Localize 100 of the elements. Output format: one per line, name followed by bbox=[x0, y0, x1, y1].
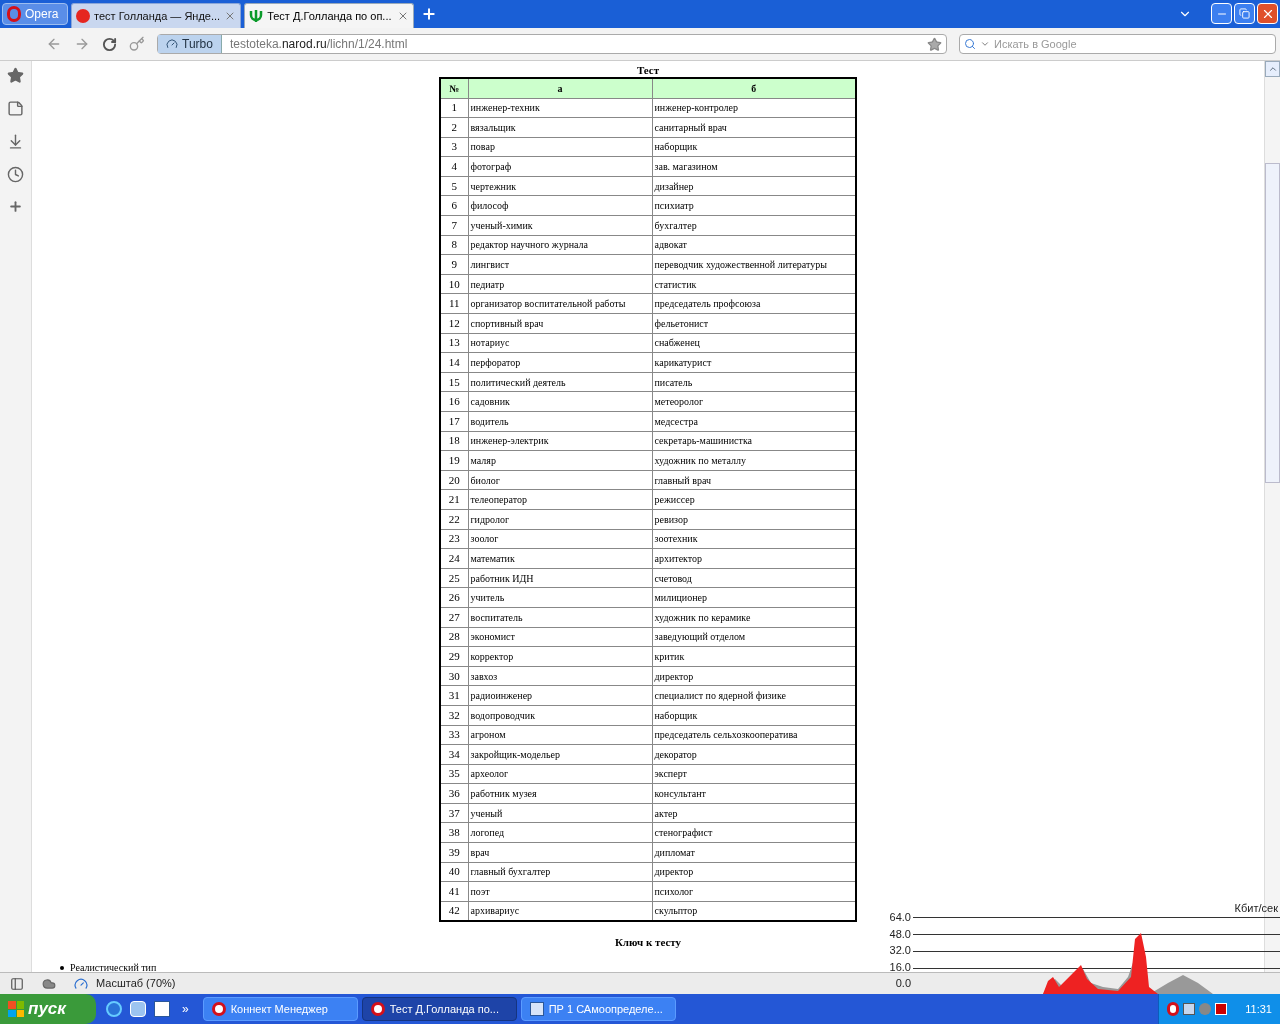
row-number: 1 bbox=[440, 98, 468, 118]
key-icon[interactable] bbox=[129, 36, 145, 52]
table-cell: водопроводчик bbox=[468, 705, 652, 725]
table-cell: педиатр bbox=[468, 274, 652, 294]
row-number: 29 bbox=[440, 646, 468, 667]
table-cell: лингвист bbox=[468, 254, 652, 275]
minimize-button[interactable] bbox=[1211, 3, 1232, 24]
network-icon[interactable] bbox=[1183, 1003, 1195, 1015]
table-cell: математик bbox=[468, 548, 652, 569]
table-cell: перфоратор bbox=[468, 352, 652, 373]
more-button[interactable]: » bbox=[182, 1000, 189, 1018]
table-cell: логопед bbox=[468, 822, 652, 843]
cloud-icon[interactable] bbox=[42, 976, 56, 991]
row-number: 4 bbox=[440, 156, 468, 177]
table-cell: садовник bbox=[468, 391, 652, 412]
reload-icon[interactable] bbox=[102, 36, 117, 52]
caret-up-icon bbox=[1267, 64, 1278, 74]
row-number: 41 bbox=[440, 881, 468, 902]
axis-tick-label: 48.0 bbox=[888, 927, 911, 942]
row-number: 39 bbox=[440, 842, 468, 863]
notes-icon[interactable] bbox=[7, 100, 24, 117]
row-number: 20 bbox=[440, 470, 468, 490]
taskbar-button[interactable]: ПР 1 САмоопределе... bbox=[520, 997, 676, 1021]
list-item: Реалистический тип bbox=[70, 961, 157, 972]
row-number: 19 bbox=[440, 450, 468, 471]
axis-tick-label: 0.0 bbox=[894, 977, 911, 992]
table-cell: биолог bbox=[468, 470, 652, 490]
row-number: 22 bbox=[440, 509, 468, 530]
scrollbar-thumb[interactable] bbox=[1265, 163, 1280, 483]
panel-toggle-icon[interactable] bbox=[10, 976, 24, 991]
key-heading: Ключ к тесту bbox=[614, 934, 682, 950]
row-number: 6 bbox=[440, 195, 468, 216]
axis-tick-label: 32.0 bbox=[888, 944, 911, 959]
table-cell: повар bbox=[468, 137, 652, 157]
o-logo-icon[interactable] bbox=[1167, 1002, 1179, 1016]
table-cell: вязальщик bbox=[468, 117, 652, 138]
search-icon bbox=[964, 38, 976, 50]
restore-icon bbox=[1239, 8, 1250, 19]
row-number: 8 bbox=[440, 235, 468, 255]
table-cell: археолог bbox=[468, 764, 652, 784]
axis-tick-label: 64.0 bbox=[888, 911, 911, 925]
close-button[interactable] bbox=[1257, 3, 1278, 24]
bookmarks-icon[interactable] bbox=[7, 67, 24, 84]
row-number: 21 bbox=[440, 489, 468, 510]
start-button[interactable]: пуск bbox=[0, 994, 96, 1024]
document-icon bbox=[529, 1002, 544, 1016]
row-number: 16 bbox=[440, 391, 468, 412]
gauge-icon[interactable] bbox=[74, 976, 88, 991]
row-number: 12 bbox=[440, 313, 468, 334]
column-header: № bbox=[440, 78, 468, 98]
row-number: 33 bbox=[440, 725, 468, 745]
table-cell: инженер-электрик bbox=[468, 431, 652, 451]
table-cell: телеоператор bbox=[468, 489, 652, 510]
browser-tab[interactable]: Тест Д.Голланда по оп... bbox=[244, 3, 415, 28]
antivirus-icon[interactable] bbox=[1215, 1003, 1227, 1015]
back-icon[interactable] bbox=[46, 36, 62, 52]
table-cell: маляр bbox=[468, 450, 652, 471]
column-header: а bbox=[468, 78, 652, 98]
table-cell: фотограф bbox=[468, 156, 652, 177]
row-number: 7 bbox=[440, 215, 468, 236]
row-number: 35 bbox=[440, 764, 468, 784]
table-cell: ученый bbox=[468, 803, 652, 823]
table-cell: воспитатель bbox=[468, 607, 652, 628]
table-cell: экономист bbox=[468, 627, 652, 647]
row-number: 30 bbox=[440, 666, 468, 686]
table-cell: работник музея bbox=[468, 783, 652, 804]
downloads-icon[interactable] bbox=[7, 133, 24, 150]
row-number: 18 bbox=[440, 431, 468, 451]
restore-button[interactable] bbox=[1234, 3, 1255, 24]
windows-logo-icon bbox=[8, 1001, 24, 1017]
row-number: 10 bbox=[440, 274, 468, 294]
row-number: 11 bbox=[440, 293, 468, 314]
o-logo-icon bbox=[211, 1002, 226, 1016]
row-number: 27 bbox=[440, 607, 468, 628]
table-cell: поэт bbox=[468, 881, 652, 902]
tab-title: тест Голланда — Янде... bbox=[94, 8, 221, 24]
clock: 11:31 bbox=[1245, 1001, 1272, 1017]
table-cell: главный бухгалтер bbox=[468, 862, 652, 882]
add-panel-icon[interactable] bbox=[8, 199, 23, 214]
app-icon[interactable] bbox=[130, 1001, 146, 1017]
taskbar-button[interactable]: Тест Д.Голланда по... bbox=[361, 997, 517, 1021]
table-cell: чертежник bbox=[468, 176, 652, 196]
taskbar-button[interactable]: Коннект Менеджер bbox=[202, 997, 358, 1021]
table-cell: ученый-химик bbox=[468, 215, 652, 236]
row-number: 37 bbox=[440, 803, 468, 823]
forward-icon[interactable] bbox=[74, 36, 90, 52]
caret-icon[interactable] bbox=[980, 39, 990, 49]
table-cell: архивариус bbox=[468, 901, 652, 921]
history-icon[interactable] bbox=[7, 166, 24, 183]
browser-tab[interactable]: тест Голланда — Янде... bbox=[71, 3, 242, 28]
row-number: 34 bbox=[440, 744, 468, 765]
table-cell: завхоз bbox=[468, 666, 652, 686]
row-number: 23 bbox=[440, 529, 468, 549]
table-cell: политический деятель bbox=[468, 372, 652, 392]
browser-icon[interactable] bbox=[106, 1001, 122, 1017]
zoom-level[interactable]: Масштаб (70%) bbox=[96, 975, 176, 992]
table-cell: философ bbox=[468, 195, 652, 216]
bullet-icon bbox=[60, 965, 64, 970]
row-number: 26 bbox=[440, 587, 468, 608]
table-cell: закройщик-модельер bbox=[468, 744, 652, 765]
